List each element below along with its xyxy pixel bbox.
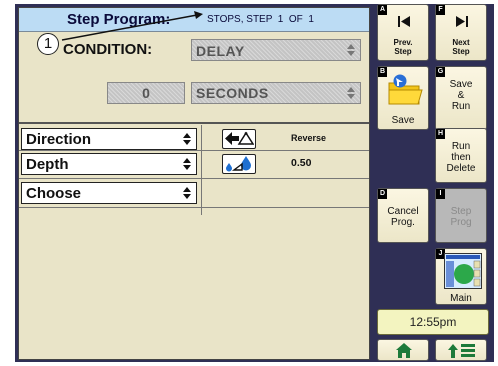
page-title: Step Program: bbox=[67, 11, 171, 28]
save-and-run-button[interactable]: G Save & Run bbox=[435, 66, 487, 130]
button-label: Prev. bbox=[393, 38, 413, 47]
key-label: I bbox=[436, 189, 445, 199]
button-label: Cancel bbox=[387, 206, 419, 217]
row-divider bbox=[19, 150, 369, 151]
up-menu-button[interactable] bbox=[435, 339, 487, 361]
button-label: Prog bbox=[450, 217, 472, 228]
next-step-button[interactable]: F Next Step bbox=[435, 4, 487, 61]
button-label: Prog. bbox=[391, 217, 415, 228]
row-divider bbox=[19, 178, 369, 179]
reverse-direction-icon[interactable] bbox=[222, 129, 256, 149]
key-label: G bbox=[436, 67, 445, 77]
run-then-delete-button[interactable]: H Run then Delete bbox=[435, 128, 487, 183]
button-label: Save bbox=[391, 115, 415, 126]
home-button[interactable] bbox=[377, 339, 429, 361]
function-label: Direction bbox=[26, 131, 92, 148]
function-select-direction[interactable]: Direction bbox=[21, 128, 197, 150]
key-label: F bbox=[436, 5, 445, 15]
function-row: Depth 0.50 bbox=[19, 153, 369, 175]
spinner-icon bbox=[183, 187, 192, 200]
row-divider bbox=[19, 207, 369, 208]
main-screen-icon bbox=[444, 253, 482, 289]
next-step-icon bbox=[456, 16, 468, 27]
key-label: D bbox=[378, 189, 387, 199]
button-label: Delete bbox=[446, 163, 476, 174]
delay-unit-select[interactable]: SECONDS bbox=[191, 82, 361, 104]
button-label: Next bbox=[452, 38, 470, 47]
function-row: Choose bbox=[19, 182, 369, 204]
function-label: Depth bbox=[26, 156, 69, 173]
button-label: Save bbox=[449, 79, 473, 90]
step-program-button[interactable]: I Step Prog bbox=[435, 188, 487, 243]
condition-label: CONDITION: bbox=[63, 41, 153, 58]
save-button[interactable]: B Save bbox=[377, 66, 429, 130]
prev-step-icon bbox=[398, 16, 410, 27]
delay-amount-field[interactable]: 0 bbox=[107, 82, 185, 104]
main-button[interactable]: J Main bbox=[435, 248, 487, 305]
save-folder-icon bbox=[388, 74, 423, 105]
function-select-depth[interactable]: Depth bbox=[21, 153, 197, 175]
clock: 12:55pm bbox=[377, 309, 489, 335]
key-label: H bbox=[436, 129, 445, 139]
up-arrow-menu-icon bbox=[448, 344, 475, 358]
button-label: Run bbox=[451, 141, 471, 152]
home-icon bbox=[396, 343, 412, 358]
spinner-icon bbox=[183, 158, 192, 171]
spinner-icon bbox=[347, 87, 356, 100]
button-label: then bbox=[451, 152, 471, 163]
button-label: Main bbox=[450, 293, 472, 304]
spinner-icon bbox=[347, 44, 356, 57]
callout-number: 1 bbox=[37, 33, 59, 55]
condition-select[interactable]: DELAY bbox=[191, 39, 361, 61]
step-status: STOPS, STEP 1 OF 1 bbox=[207, 14, 314, 25]
display-screen: Step Program: STOPS, STEP 1 OF 1 CONDITI… bbox=[15, 4, 494, 362]
button-label: Step bbox=[452, 47, 470, 56]
button-label: Run bbox=[451, 101, 471, 112]
delay-unit-value: SECONDS bbox=[196, 85, 269, 101]
key-label: B bbox=[378, 67, 387, 77]
button-label: Step bbox=[450, 206, 472, 217]
function-label: Choose bbox=[26, 185, 82, 202]
step-program-panel: Step Program: STOPS, STEP 1 OF 1 CONDITI… bbox=[18, 7, 370, 360]
button-label: & bbox=[457, 90, 465, 101]
depth-drops-icon[interactable] bbox=[222, 154, 256, 174]
function-value: Reverse bbox=[291, 133, 327, 143]
spinner-icon bbox=[183, 133, 192, 146]
function-row: Direction Reverse bbox=[19, 128, 369, 150]
condition-area: CONDITION: DELAY 0 SECONDS bbox=[19, 32, 369, 124]
prev-step-button[interactable]: A Prev. Step bbox=[377, 4, 429, 61]
condition-value: DELAY bbox=[196, 43, 245, 59]
button-label: Step bbox=[394, 47, 412, 56]
key-label: A bbox=[378, 5, 387, 15]
cancel-program-button[interactable]: D Cancel Prog. bbox=[377, 188, 429, 243]
title-bar: Step Program: STOPS, STEP 1 OF 1 bbox=[19, 8, 369, 32]
function-select-choose[interactable]: Choose bbox=[21, 182, 197, 204]
function-value: 0.50 bbox=[291, 157, 312, 169]
